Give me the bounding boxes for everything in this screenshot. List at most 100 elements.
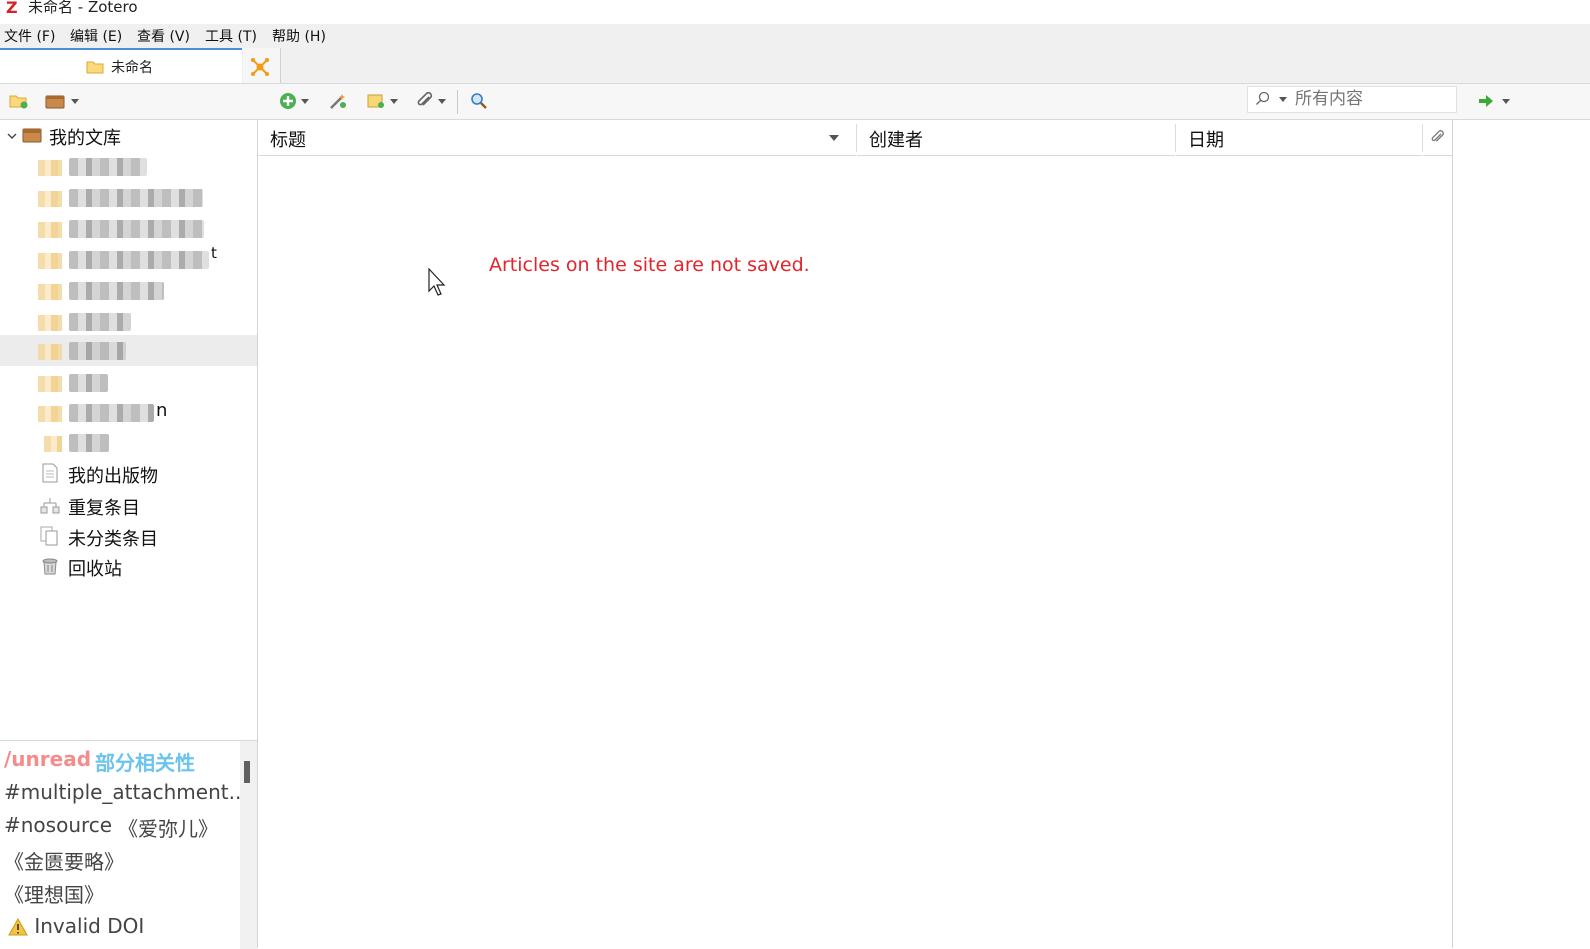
collection-label-redacted	[69, 251, 209, 269]
new-library-button[interactable]	[45, 92, 79, 110]
column-header-attachments[interactable]	[1423, 120, 1452, 156]
folder-icon	[86, 61, 104, 74]
column-date-label: 日期	[1188, 130, 1224, 151]
collection-label-redacted	[69, 374, 108, 392]
menu-help[interactable]: 帮助 (H)	[272, 26, 326, 46]
items-pane: 标题 创建者 日期 Articles on the site are not s…	[258, 120, 1453, 948]
tree-item-label: 回收站	[68, 559, 122, 580]
collection-item[interactable]	[0, 182, 257, 213]
note-icon	[367, 94, 384, 108]
collection-item[interactable]: n	[0, 397, 257, 428]
collection-item[interactable]	[0, 151, 257, 182]
column-creator-label: 创建者	[869, 130, 923, 151]
new-collection-button[interactable]	[9, 92, 29, 110]
folder-icon	[38, 376, 62, 392]
advanced-search-button[interactable]	[470, 92, 488, 110]
tree-item-label: 我的文库	[49, 128, 121, 149]
collection-item-selected[interactable]	[0, 335, 257, 366]
paperclip-icon	[1431, 130, 1444, 142]
collection-label-redacted	[69, 434, 109, 452]
empty-items-notice: Articles on the site are not saved.	[489, 254, 810, 276]
tag-invalid-doi[interactable]: Invalid DOI	[8, 914, 144, 938]
tag-invalid-doi-label: Invalid DOI	[34, 914, 145, 938]
menu-view[interactable]: 查看 (V)	[137, 26, 190, 46]
collection-label-redacted	[69, 158, 147, 176]
add-by-identifier-button[interactable]	[328, 92, 348, 110]
menu-bar: 文件 (F) 编辑 (E) 查看 (V) 工具 (T) 帮助 (H)	[0, 24, 1590, 48]
column-header-title[interactable]: 标题	[258, 120, 856, 156]
search-icon	[1256, 91, 1270, 105]
locate-button[interactable]	[1478, 92, 1510, 110]
window-title: 未命名 - Zotero	[28, 0, 138, 16]
tag-nosource[interactable]: #nosource	[4, 813, 112, 837]
folder-icon	[44, 436, 62, 452]
menu-edit[interactable]: 编辑 (E)	[70, 26, 122, 46]
tag-partial-relevance[interactable]: 部分相关性	[95, 747, 195, 776]
new-note-button[interactable]	[366, 92, 398, 110]
tree-item-my-library[interactable]: 我的文库	[0, 120, 257, 151]
item-pane	[1453, 120, 1590, 948]
tag-jingui-yaolue[interactable]: 《金匮要略》	[4, 846, 124, 875]
collection-item[interactable]	[0, 367, 257, 398]
zotero-logo-icon: Z	[6, 0, 18, 17]
column-title-label: 标题	[270, 130, 306, 151]
folder-icon	[38, 160, 62, 176]
collection-label-redacted	[69, 404, 154, 422]
collection-label-redacted	[69, 189, 203, 207]
tag-republic[interactable]: 《理想国》	[4, 879, 104, 908]
library-box-icon	[45, 95, 65, 109]
column-header-creator[interactable]: 创建者	[857, 120, 1175, 156]
search-mode-dropdown[interactable]	[1279, 97, 1287, 102]
tree-item-unfiled[interactable]: 未分类条目	[0, 521, 257, 552]
new-item-button[interactable]	[279, 92, 309, 110]
search-input[interactable]	[1293, 88, 1457, 110]
folder-icon	[38, 315, 62, 331]
menu-file[interactable]: 文件 (F)	[4, 26, 55, 46]
chevron-down-icon	[71, 98, 79, 104]
tag-selector: /unread 部分相关性 #multiple_attachment... #n…	[0, 740, 257, 949]
warning-icon	[8, 917, 28, 936]
document-icon	[42, 463, 58, 483]
tab-bar: 未命名	[0, 48, 1590, 84]
magic-wand-icon	[330, 94, 346, 109]
tag-scrollbar[interactable]	[240, 741, 257, 949]
library-icon	[22, 128, 42, 143]
tree-item-label: 我的出版物	[68, 466, 158, 487]
chevron-down-icon	[1502, 98, 1510, 104]
add-icon	[280, 93, 296, 109]
magnifier-icon	[471, 93, 487, 109]
chevron-down-icon	[438, 98, 446, 104]
scrollbar-thumb[interactable]	[244, 761, 250, 783]
menu-tools[interactable]: 工具 (T)	[205, 26, 257, 46]
column-header-date[interactable]: 日期	[1176, 120, 1422, 156]
tree-item-trash[interactable]: 回收站	[0, 551, 257, 582]
folder-icon	[38, 344, 62, 360]
folder-icon	[38, 222, 62, 238]
tree-item-duplicates[interactable]: 重复条目	[0, 490, 257, 521]
sort-descending-icon	[829, 135, 839, 141]
tag-emile[interactable]: 《爱弥儿》	[118, 813, 218, 842]
duplicates-icon	[40, 498, 60, 514]
folder-icon	[38, 191, 62, 207]
collection-item[interactable]	[0, 275, 257, 306]
collection-label-redacted	[69, 220, 204, 238]
collection-item[interactable]	[0, 427, 257, 458]
chevron-down-icon[interactable]	[6, 130, 18, 142]
tab-library[interactable]: 未命名	[0, 48, 242, 83]
collection-item[interactable]	[0, 306, 257, 337]
toolbar-separator	[457, 90, 458, 114]
tree-item-label: 重复条目	[68, 498, 140, 519]
collection-label-redacted	[69, 282, 164, 300]
add-attachment-button[interactable]	[416, 92, 446, 110]
tag-multiple-attachment[interactable]: #multiple_attachment...	[4, 780, 248, 804]
collection-item[interactable]	[0, 213, 257, 244]
tab-reader[interactable]	[243, 48, 281, 83]
chevron-down-icon	[390, 98, 398, 104]
tag-unread[interactable]: /unread	[4, 747, 91, 771]
tree-item-my-publications[interactable]: 我的出版物	[0, 458, 257, 489]
search-box[interactable]	[1247, 86, 1457, 113]
tab-library-label: 未命名	[111, 60, 153, 76]
collection-item[interactable]: t	[0, 244, 257, 275]
collection-label-fragment: n	[156, 400, 168, 421]
title-bar: Z 未命名 - Zotero	[0, 0, 1590, 24]
